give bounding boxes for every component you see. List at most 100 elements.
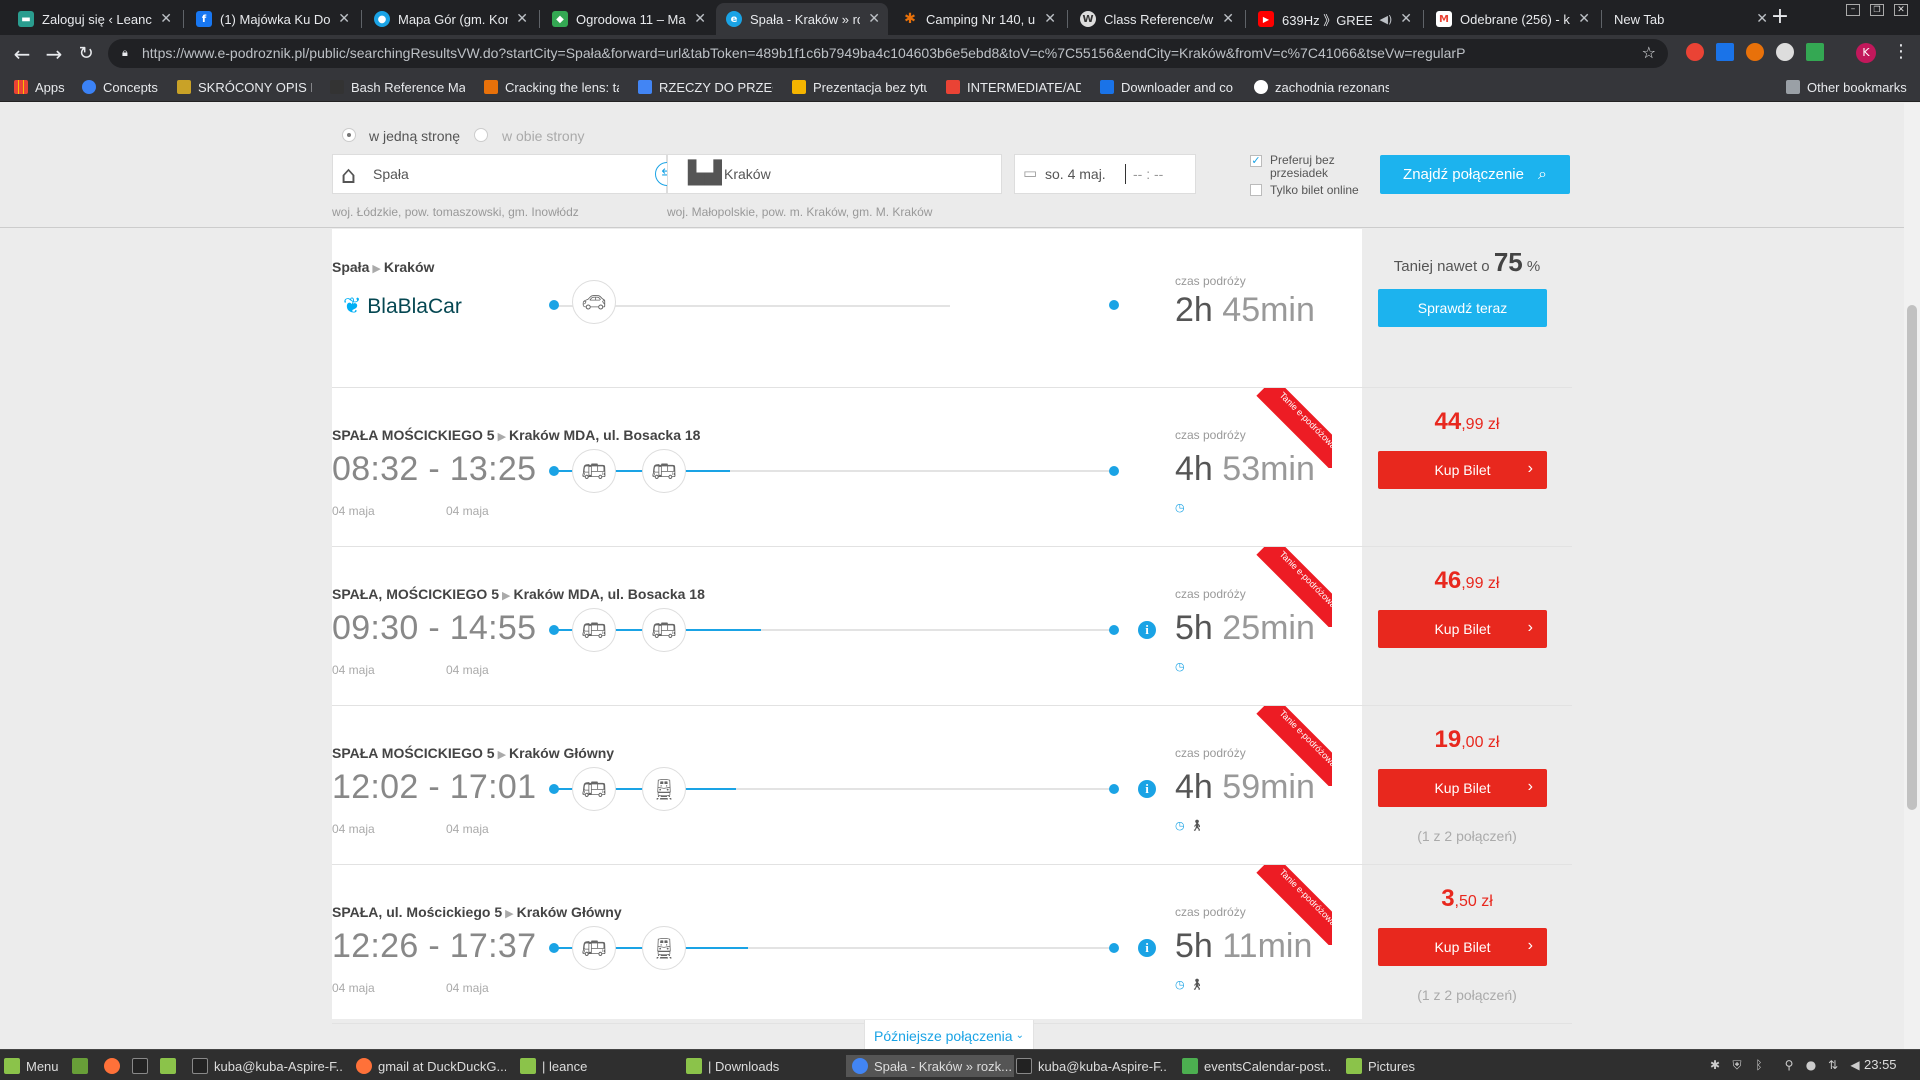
both-ways-radio[interactable] [474,128,488,142]
bookmark-concepts[interactable]: Concepts [82,78,192,96]
google-icon [1254,80,1268,94]
folder-icon [1346,1058,1362,1074]
scrollbar-thumb[interactable] [1907,305,1917,810]
ticket-price: 46,99 zł [1434,567,1500,594]
close-tab-icon[interactable]: ✕ [1400,11,1412,27]
close-tab-icon[interactable]: ✕ [694,11,706,27]
connection-row[interactable]: SPAŁA MOŚCICKIEGO 5 ▶ Kraków MDA, ul. Bosa… [332,388,1572,547]
extension-block-icon[interactable] [1776,43,1794,61]
files-launcher-icon[interactable] [160,1055,176,1077]
connection-row[interactable]: SPAŁA, ul. Mościckiego 5 ▶ Kraków Główny 1… [332,865,1572,1024]
connection-row[interactable]: SPAŁA, MOŚCICKIEGO 5 ▶ Kraków MDA, ul. Bos… [332,547,1572,706]
kebab-menu-icon[interactable]: ⋮ [1892,41,1910,62]
buy-ticket-button[interactable]: Kup Bilet › [1378,928,1547,966]
terminal-launcher-icon[interactable] [132,1055,148,1077]
buy-ticket-button[interactable]: Kup Bilet › [1378,769,1547,807]
tab-wordpress[interactable]: W Class Reference/wp ✕ [1070,3,1242,35]
clock-icon: ◷ [1175,660,1185,673]
tab-camping[interactable]: ✱ Camping Nr 140, ul. ✕ [892,3,1064,35]
tray-network-icon[interactable]: ⇅ [1826,1058,1840,1072]
date-time-field[interactable]: ▭ so. 4 maj. -- : -- [1014,154,1196,194]
taskbar-item-leance[interactable]: | leance [520,1055,670,1077]
tab-new-tab[interactable]: New Tab ✕ [1604,3,1776,35]
later-connections-button[interactable]: Późniejsze połączenia ⌄ [864,1020,1034,1052]
close-tab-icon[interactable]: ✕ [868,11,880,27]
info-icon[interactable]: i [1138,939,1156,957]
tray-shield-icon[interactable]: ⛨ [1730,1058,1744,1072]
taskbar-item-pictures[interactable]: Pictures [1346,1055,1496,1077]
online-only-checkbox[interactable] [1250,184,1262,196]
bookmark-cracking-lens[interactable]: Cracking the lens: ta [484,78,619,96]
taskbar-item-terminal-2[interactable]: kuba@kuba-Aspire-F... [1016,1055,1166,1077]
start-menu-button[interactable]: Menu [4,1055,59,1077]
connection-row[interactable]: SPAŁA MOŚCICKIEGO 5 ▶ Kraków Główny 12:02 … [332,706,1572,865]
tab-google-maps[interactable]: ◆ Ogrodowa 11 – Map ✕ [542,3,714,35]
close-tab-icon[interactable]: ✕ [1578,11,1590,27]
extension-green-icon[interactable] [1806,43,1824,61]
from-city-field[interactable]: ⌂ Spała [332,154,667,194]
extension-chart-icon[interactable] [1716,43,1734,61]
both-ways-label[interactable]: w obie strony [502,128,584,144]
prefer-direct-checkbox[interactable]: ✓ [1250,155,1262,167]
minimize-window-icon[interactable]: – [1846,4,1860,16]
taskbar-item-duckduckgo[interactable]: gmail at DuckDuckG... [356,1055,506,1077]
tray-settings-icon[interactable]: ✱ [1708,1058,1722,1072]
tab-facebook[interactable]: f (1) Majówka Ku Dob ✕ [186,3,358,35]
close-tab-icon[interactable]: ✕ [1222,11,1234,27]
extension-red-icon[interactable] [1686,43,1704,61]
taskbar-item-downloads[interactable]: | Downloads [686,1055,836,1077]
close-tab-icon[interactable]: ✕ [338,11,350,27]
time-value[interactable]: -- : -- [1133,166,1163,182]
buy-ticket-button[interactable]: Kup Bilet › [1378,610,1547,648]
to-city-field[interactable]: ▙▟ Kraków [667,154,1002,194]
bookmark-apps[interactable]: Apps [14,78,65,96]
one-way-label[interactable]: w jedną stronę [369,128,460,144]
close-tab-icon[interactable]: ✕ [516,11,528,27]
back-arrow-icon[interactable]: ← [8,35,36,72]
tab-gmail[interactable]: M Odebrane (256) - ku ✕ [1426,3,1598,35]
bookmark-intermediate[interactable]: INTERMEDIATE/ADV [946,78,1081,96]
buy-ticket-button[interactable]: Kup Bilet › [1378,451,1547,489]
one-way-radio[interactable] [342,128,356,142]
taskbar-item-events-calendar[interactable]: eventsCalendar-post... [1182,1055,1332,1077]
tab-epodroznik-active[interactable]: e Spała - Kraków » roz ✕ [716,3,888,35]
bookmark-bash[interactable]: Bash Reference Ma [330,78,465,96]
firefox-launcher-icon[interactable] [104,1055,120,1077]
other-bookmarks[interactable]: Other bookmarks [1786,78,1907,96]
info-icon[interactable]: i [1138,780,1156,798]
online-only-label[interactable]: Tylko bilet online [1270,183,1359,197]
tab-youtube[interactable]: ▶639Hz 》GREEN◀)✕ [1248,3,1420,35]
bookmark-skrocony[interactable]: SKRÓCONY OPIS BI [177,78,312,96]
tab-mapa-gor[interactable]: ● Mapa Gór (gm. Kon ✕ [364,3,536,35]
bookmark-rzeczy[interactable]: RZECZY DO PRZEĆW [638,78,773,96]
bookmark-downloader[interactable]: Downloader and co [1100,78,1235,96]
reload-icon[interactable]: ↻ [72,35,100,72]
info-icon[interactable]: i [1138,621,1156,639]
tray-volume-icon[interactable]: ◀ [1848,1058,1862,1072]
forward-arrow-icon[interactable]: → [40,35,68,72]
taskbar-item-terminal[interactable]: kuba@kuba-Aspire-F... [192,1055,342,1077]
taskbar-item-chrome-active[interactable]: Spała - Kraków » rozk... [846,1055,1014,1077]
search-button[interactable]: Znajdź połączenie ⌕ [1380,155,1570,194]
bookmark-star-icon[interactable]: ☆ [1642,43,1656,62]
tab-leance[interactable]: ▬ Zaloguj się ‹ Leance ✕ [8,3,180,35]
clock[interactable]: 23:55 [1864,1057,1897,1072]
close-tab-icon[interactable]: ✕ [1044,11,1056,27]
bookmark-prezentacja[interactable]: Prezentacja bez tytu [792,78,927,96]
close-tab-icon[interactable]: ✕ [160,11,172,27]
tray-bluetooth-icon[interactable]: ᛒ [1752,1058,1766,1072]
bookmark-zachodnia[interactable]: zachodnia rezonans [1254,78,1389,96]
address-bar[interactable]: 🔒︎ https://www.e-podroznik.pl/public/sea… [108,39,1668,68]
check-now-button[interactable]: Sprawdź teraz [1378,289,1547,327]
new-tab-plus-icon[interactable]: + [1766,4,1794,32]
close-window-icon[interactable]: ✕ [1894,4,1908,16]
date-value[interactable]: so. 4 maj. [1045,166,1106,182]
profile-avatar[interactable]: K [1856,43,1876,63]
prefer-direct-label[interactable]: Preferuj bez przesiadek [1270,154,1370,180]
extension-orange-icon[interactable] [1746,43,1764,61]
leance-favicon-icon: ▬ [18,11,34,27]
show-desktop-icon[interactable] [72,1055,88,1077]
restore-window-icon[interactable]: ❐ [1870,4,1884,16]
tray-user-icon[interactable]: ● [1804,1058,1818,1072]
tray-location-icon[interactable]: ⚲ [1782,1058,1796,1072]
